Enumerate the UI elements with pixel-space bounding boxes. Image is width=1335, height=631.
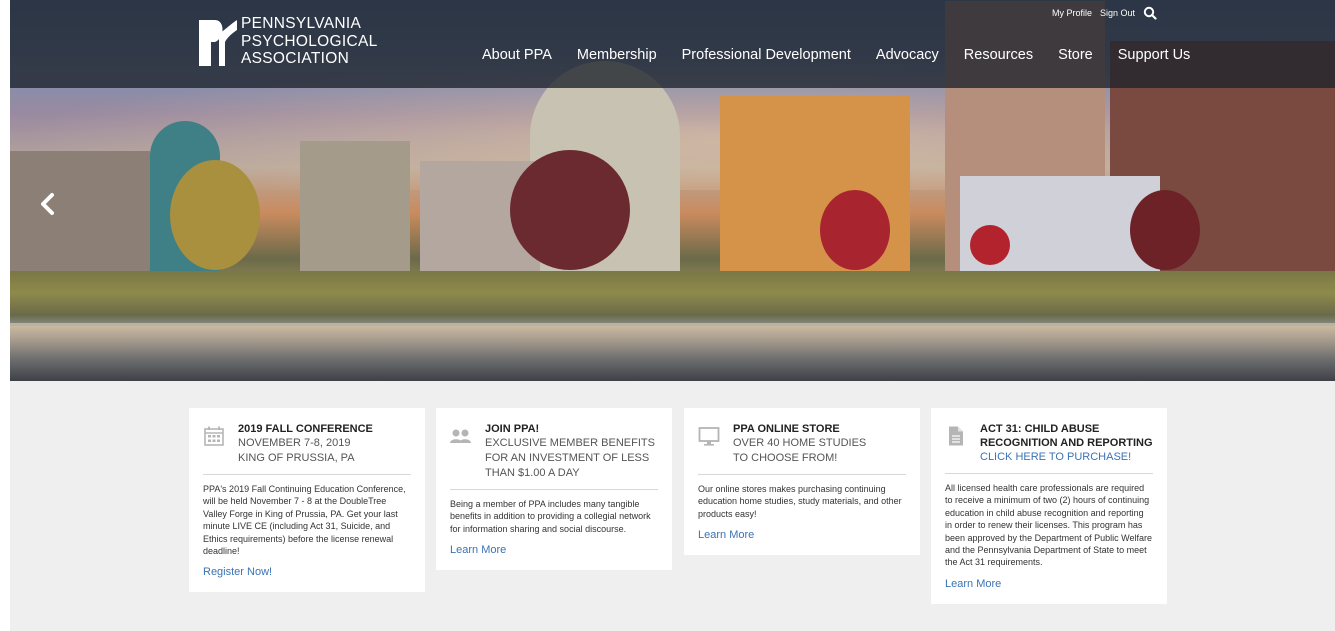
card-header: 2019 FALL CONFERENCE NOVEMBER 7-8, 2019 … [203, 422, 411, 466]
hero-tree [970, 225, 1010, 265]
site-header: PENNSYLVANIA PSYCHOLOGICAL ASSOCIATION M… [10, 0, 1335, 88]
card-body: Being a member of PPA includes many tang… [450, 499, 651, 534]
hero-river [10, 326, 1335, 381]
hero-building [300, 141, 410, 271]
search-icon[interactable] [1143, 6, 1157, 20]
card-divider [698, 474, 906, 475]
nav-professional-development[interactable]: Professional Development [682, 47, 851, 63]
card-divider [450, 489, 658, 490]
card-heading: JOIN PPA! EXCLUSIVE MEMBER BENEFITS FOR … [485, 422, 658, 481]
card-title: ACT 31: CHILD ABUSE RECOGNITION AND REPO… [980, 423, 1153, 449]
card-subtitle: OVER 40 HOME STUDIES [733, 437, 867, 449]
hero-tree [820, 190, 890, 270]
main-nav: About PPA Membership Professional Develo… [482, 47, 1215, 63]
logo-line-2: PSYCHOLOGICAL [241, 32, 378, 50]
purchase-link[interactable]: CLICK HERE TO PURCHASE! [980, 450, 1153, 465]
act31-learn-more-link[interactable]: Learn More [945, 578, 1001, 590]
card-subtitle: EXCLUSIVE MEMBER BENEFITS FOR AN INVESTM… [485, 437, 655, 479]
card-subtitle: TO CHOOSE FROM! [733, 452, 838, 464]
card-online-store: PPA ONLINE STORE OVER 40 HOME STUDIES TO… [684, 408, 920, 556]
card-title: 2019 FALL CONFERENCE [238, 423, 373, 435]
nav-support-us[interactable]: Support Us [1118, 47, 1191, 63]
card-body: PPA's 2019 Fall Continuing Education Con… [203, 484, 406, 557]
sign-out-link[interactable]: Sign Out [1100, 8, 1135, 18]
card-divider [945, 473, 1153, 474]
join-learn-more-link[interactable]: Learn More [450, 544, 506, 556]
card-header: JOIN PPA! EXCLUSIVE MEMBER BENEFITS FOR … [450, 422, 658, 481]
card-heading: PPA ONLINE STORE OVER 40 HOME STUDIES TO… [733, 422, 866, 466]
card-subtitle: KING OF PRUSSIA, PA [238, 452, 355, 464]
card-body: All licensed health care professionals a… [945, 483, 1152, 568]
monitor-icon [698, 427, 720, 446]
hero-tree [170, 160, 260, 270]
hero-tree [1130, 190, 1200, 270]
card-header: PPA ONLINE STORE OVER 40 HOME STUDIES TO… [698, 422, 906, 466]
card-fall-conference: 2019 FALL CONFERENCE NOVEMBER 7-8, 2019 … [189, 408, 425, 593]
utility-nav: My Profile Sign Out [1052, 6, 1157, 20]
logo-line-1: PENNSYLVANIA [241, 15, 362, 32]
card-title: PPA ONLINE STORE [733, 423, 840, 435]
nav-store[interactable]: Store [1058, 47, 1093, 63]
card-body: Our online stores makes purchasing conti… [698, 484, 902, 519]
document-icon [949, 426, 963, 446]
my-profile-link[interactable]: My Profile [1052, 8, 1092, 18]
card-heading: ACT 31: CHILD ABUSE RECOGNITION AND REPO… [980, 422, 1153, 465]
card-title: JOIN PPA! [485, 423, 540, 435]
store-learn-more-link[interactable]: Learn More [698, 529, 754, 541]
card-subtitle: NOVEMBER 7-8, 2019 [238, 437, 351, 449]
ppa-logo-icon [199, 20, 237, 66]
hero-building [10, 151, 150, 271]
nav-resources[interactable]: Resources [964, 47, 1033, 63]
nav-advocacy[interactable]: Advocacy [876, 47, 939, 63]
feature-section: 2019 FALL CONFERENCE NOVEMBER 7-8, 2019 … [10, 381, 1335, 631]
nav-membership[interactable]: Membership [577, 47, 657, 63]
register-now-link[interactable]: Register Now! [203, 566, 272, 578]
hero-tree [510, 150, 630, 270]
calendar-icon [204, 426, 224, 446]
card-act-31: ACT 31: CHILD ABUSE RECOGNITION AND REPO… [931, 408, 1167, 604]
logo-line-3: ASSOCIATION [241, 50, 350, 67]
hero-riverbank [10, 271, 1335, 326]
logo-wordmark: PENNSYLVANIA PSYCHOLOGICAL ASSOCIATION [241, 15, 378, 68]
card-divider [203, 474, 411, 475]
card-header: ACT 31: CHILD ABUSE RECOGNITION AND REPO… [945, 422, 1153, 465]
card-heading: 2019 FALL CONFERENCE NOVEMBER 7-8, 2019 … [238, 422, 373, 466]
chevron-left-icon[interactable] [34, 190, 62, 218]
site-logo[interactable]: PENNSYLVANIA PSYCHOLOGICAL ASSOCIATION [197, 15, 387, 72]
card-join-ppa: JOIN PPA! EXCLUSIVE MEMBER BENEFITS FOR … [436, 408, 672, 571]
nav-about-ppa[interactable]: About PPA [482, 47, 552, 63]
users-icon [450, 429, 471, 443]
